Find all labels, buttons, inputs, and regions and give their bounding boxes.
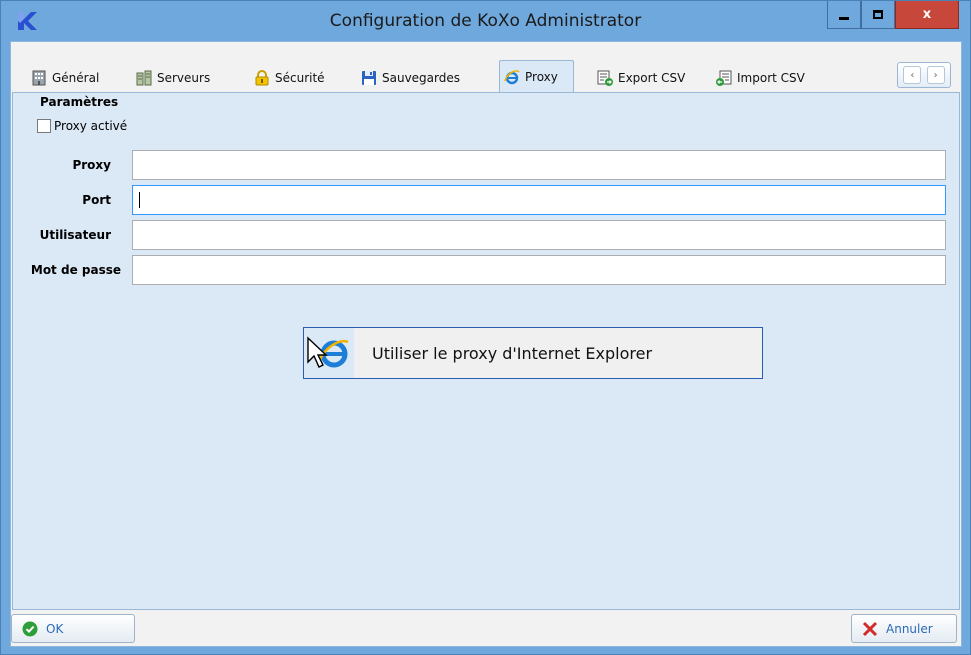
tab-label: Sauvegardes <box>382 70 461 85</box>
user-label: Utilisateur <box>39 228 111 242</box>
maximize-button[interactable] <box>861 1 895 29</box>
cancel-x-icon <box>862 621 878 636</box>
password-label: Mot de passe <box>30 263 121 277</box>
building-icon <box>32 70 46 85</box>
window-title: Configuration de KoXo Administrator <box>329 11 642 31</box>
minimize-icon <box>839 17 849 20</box>
ok-label: OK <box>46 621 64 636</box>
proxy-enabled-row: Proxy activé <box>37 119 127 133</box>
servers-icon <box>136 70 152 85</box>
text-caret <box>139 192 140 208</box>
ie-icon <box>504 70 520 85</box>
check-icon <box>22 621 38 636</box>
config-window: Configuration de KoXo Administrator x Gé… <box>0 0 971 655</box>
tab-general[interactable]: Général <box>27 63 103 92</box>
cancel-button[interactable]: Annuler <box>851 614 957 643</box>
tab-label: Général <box>52 70 100 85</box>
tab-securite[interactable]: Sécurité <box>250 63 329 92</box>
maximize-icon <box>873 10 883 19</box>
dialog-client-area: Général Serveurs Sécurité Sauvegardes Pr… <box>10 41 962 647</box>
tab-scroll-buttons: ‹ › <box>897 62 951 88</box>
close-button[interactable]: x <box>895 1 959 29</box>
ie-cursor-icon <box>304 328 354 378</box>
import-csv-icon <box>716 70 732 86</box>
proxy-input[interactable] <box>132 150 946 180</box>
cancel-label: Annuler <box>886 621 933 636</box>
tab-import-csv[interactable]: Import CSV <box>712 63 809 92</box>
proxy-enabled-label: Proxy activé <box>54 119 128 133</box>
tab-label: Import CSV <box>737 70 805 85</box>
proxy-label: Proxy <box>72 158 111 172</box>
group-title: Paramètres <box>40 95 119 109</box>
port-input[interactable] <box>132 185 946 215</box>
ok-button[interactable]: OK <box>11 614 135 643</box>
password-input[interactable] <box>132 255 946 285</box>
tab-proxy[interactable]: Proxy <box>499 60 574 93</box>
tab-label: Sécurité <box>275 70 325 85</box>
export-csv-icon <box>597 70 613 86</box>
user-input[interactable] <box>132 220 946 250</box>
minimize-button[interactable] <box>827 1 861 29</box>
tab-label: Export CSV <box>618 70 686 85</box>
tab-label: Serveurs <box>157 70 211 85</box>
proxy-enabled-checkbox[interactable] <box>37 119 51 133</box>
tab-sauvegardes[interactable]: Sauvegardes <box>357 63 464 92</box>
tab-serveurs[interactable]: Serveurs <box>132 63 214 92</box>
tab-scroll-left-button[interactable]: ‹ <box>903 66 922 84</box>
use-ie-proxy-button[interactable]: Utiliser le proxy d'Internet Explorer <box>303 327 763 379</box>
tab-strip: Général Serveurs Sécurité Sauvegardes Pr… <box>11 56 961 93</box>
chevron-left-icon: ‹ <box>910 69 915 81</box>
use-ie-proxy-label: Utiliser le proxy d'Internet Explorer <box>372 343 653 363</box>
floppy-icon <box>362 70 376 85</box>
proxy-settings-panel: Paramètres Proxy activé Proxy Port Utili… <box>12 92 960 610</box>
title-bar[interactable]: Configuration de KoXo Administrator x <box>1 1 970 41</box>
close-icon: x <box>922 7 932 22</box>
lock-icon <box>255 69 269 85</box>
tab-label: Proxy <box>525 70 558 84</box>
tab-scroll-right-button[interactable]: › <box>926 66 945 84</box>
tab-export-csv[interactable]: Export CSV <box>593 63 689 92</box>
port-label: Port <box>82 193 111 207</box>
chevron-right-icon: › <box>933 69 938 81</box>
